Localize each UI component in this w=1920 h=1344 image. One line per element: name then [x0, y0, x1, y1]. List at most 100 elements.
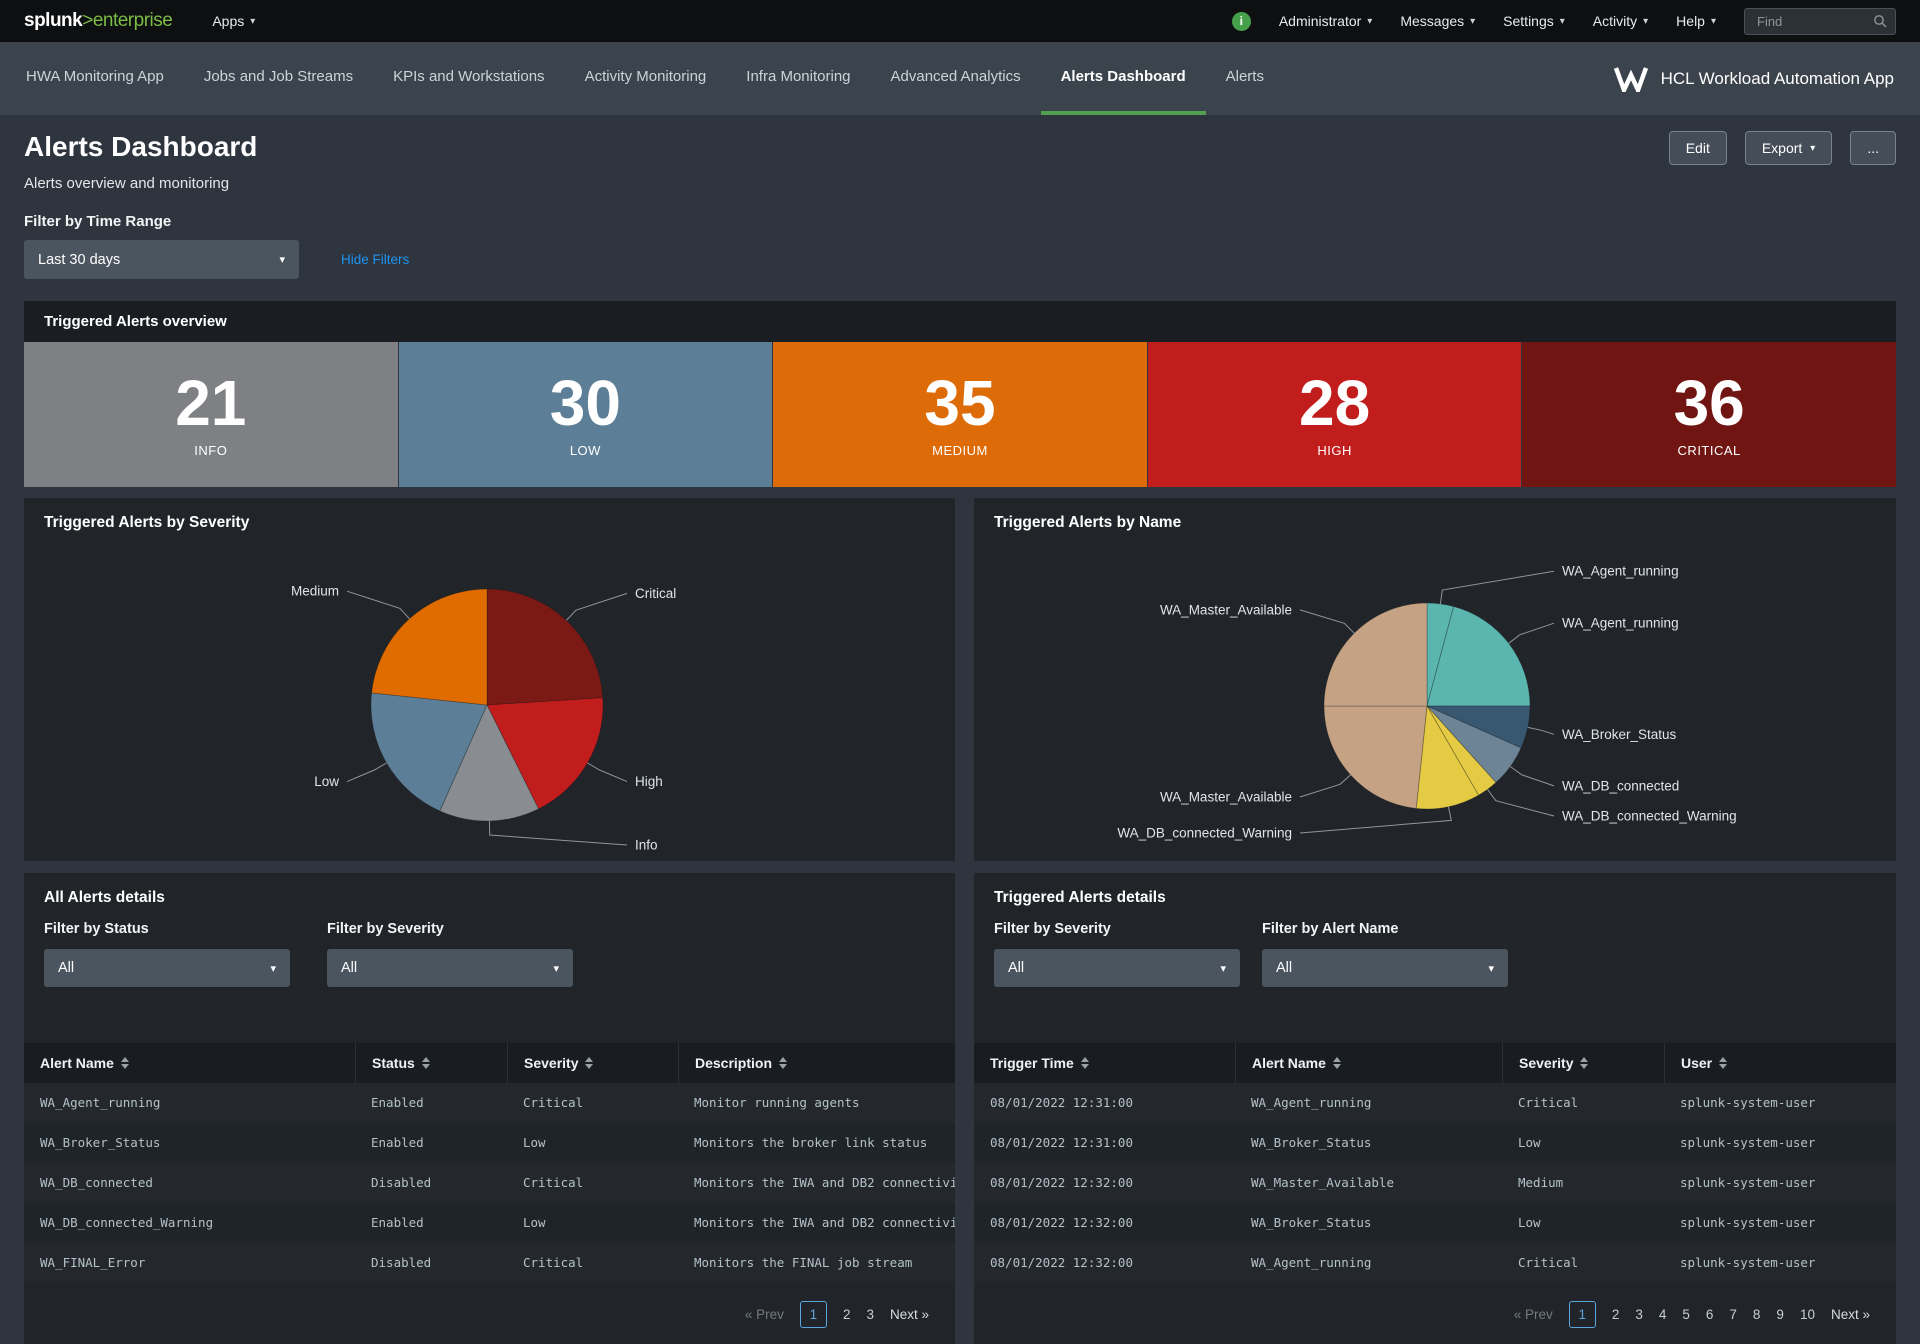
- table-cell[interactable]: WA_Broker_Status: [1235, 1123, 1502, 1163]
- table-cell[interactable]: Monitors the broker link status: [678, 1123, 955, 1163]
- table-cell[interactable]: Enabled: [355, 1203, 507, 1243]
- table-cell[interactable]: WA_Agent_running: [24, 1083, 355, 1123]
- table-cell[interactable]: splunk-system-user: [1664, 1083, 1896, 1123]
- pagination-page[interactable]: 2: [1612, 1307, 1620, 1322]
- edit-button[interactable]: Edit: [1669, 131, 1727, 165]
- table-row[interactable]: WA_Agent_runningEnabledCriticalMonitor r…: [24, 1083, 955, 1123]
- help-menu[interactable]: Help ▾: [1676, 13, 1716, 29]
- table-cell[interactable]: Critical: [507, 1163, 678, 1203]
- time-range-dropdown[interactable]: Last 30 days ▾: [24, 240, 299, 279]
- table-cell[interactable]: 08/01/2022 12:32:00: [974, 1203, 1235, 1243]
- pagination-page[interactable]: 1: [800, 1301, 827, 1328]
- column-header-user[interactable]: User: [1664, 1043, 1896, 1083]
- pagination-page[interactable]: 8: [1753, 1307, 1761, 1322]
- pagination-next[interactable]: Next »: [1831, 1307, 1870, 1322]
- pagination-prev[interactable]: « Prev: [1514, 1307, 1553, 1322]
- table-row[interactable]: WA_FINAL_ErrorDisabledCriticalMonitors t…: [24, 1243, 955, 1283]
- splunk-logo[interactable]: splunk >enterprise: [24, 10, 172, 32]
- tab-hwa-monitoring-app[interactable]: HWA Monitoring App: [6, 42, 184, 115]
- pagination-page[interactable]: 9: [1776, 1307, 1784, 1322]
- table-cell[interactable]: WA_Broker_Status: [1235, 1203, 1502, 1243]
- table-cell[interactable]: splunk-system-user: [1664, 1123, 1896, 1163]
- pagination-page[interactable]: 7: [1729, 1307, 1737, 1322]
- tab-infra-monitoring[interactable]: Infra Monitoring: [726, 42, 870, 115]
- table-cell[interactable]: Monitors the FINAL job stream: [678, 1243, 955, 1283]
- table-cell[interactable]: 08/01/2022 12:32:00: [974, 1243, 1235, 1283]
- pie-slice[interactable]: [1324, 706, 1427, 808]
- table-cell[interactable]: splunk-system-user: [1664, 1243, 1896, 1283]
- table-row[interactable]: 08/01/2022 12:32:00WA_Agent_runningCriti…: [974, 1243, 1896, 1283]
- pagination-page[interactable]: 6: [1706, 1307, 1714, 1322]
- column-header-severity[interactable]: Severity: [507, 1043, 678, 1083]
- info-icon[interactable]: i: [1232, 12, 1251, 31]
- table-cell[interactable]: WA_Agent_running: [1235, 1243, 1502, 1283]
- pie-slice[interactable]: [372, 589, 487, 705]
- overview-tile-critical[interactable]: 36 CRITICAL: [1522, 342, 1896, 487]
- settings-menu[interactable]: Settings ▾: [1503, 13, 1565, 29]
- table-cell[interactable]: Low: [507, 1203, 678, 1243]
- table-cell[interactable]: WA_FINAL_Error: [24, 1243, 355, 1283]
- table-cell[interactable]: Critical: [1502, 1243, 1664, 1283]
- table-cell[interactable]: Low: [507, 1123, 678, 1163]
- pie-slice[interactable]: [487, 589, 603, 705]
- pagination-next[interactable]: Next »: [890, 1307, 929, 1322]
- severity-filter-dropdown[interactable]: All ▾: [994, 949, 1240, 987]
- table-row[interactable]: WA_DB_connectedDisabledCriticalMonitors …: [24, 1163, 955, 1203]
- pagination-page[interactable]: 2: [843, 1307, 851, 1322]
- overview-tile-info[interactable]: 21 INFO: [24, 342, 398, 487]
- tab-kpis-and-workstations[interactable]: KPIs and Workstations: [373, 42, 564, 115]
- severity-filter-dropdown[interactable]: All ▾: [327, 949, 573, 987]
- table-cell[interactable]: 08/01/2022 12:31:00: [974, 1123, 1235, 1163]
- export-button[interactable]: Export ▾: [1745, 131, 1833, 165]
- administrator-menu[interactable]: Administrator ▾: [1279, 13, 1373, 29]
- column-header-severity[interactable]: Severity: [1502, 1043, 1664, 1083]
- pagination-page[interactable]: 5: [1682, 1307, 1690, 1322]
- tab-alerts[interactable]: Alerts: [1206, 42, 1284, 115]
- table-row[interactable]: 08/01/2022 12:32:00WA_Broker_StatusLowsp…: [974, 1203, 1896, 1243]
- table-cell[interactable]: WA_Agent_running: [1235, 1083, 1502, 1123]
- column-header-status[interactable]: Status: [355, 1043, 507, 1083]
- overview-tile-high[interactable]: 28 HIGH: [1148, 342, 1522, 487]
- pagination-page[interactable]: 4: [1659, 1307, 1667, 1322]
- pagination-page[interactable]: 3: [866, 1307, 874, 1322]
- overview-tile-medium[interactable]: 35 MEDIUM: [773, 342, 1147, 487]
- alert-name-filter-dropdown[interactable]: All ▾: [1262, 949, 1508, 987]
- table-cell[interactable]: Monitor running agents: [678, 1083, 955, 1123]
- table-cell[interactable]: WA_Master_Available: [1235, 1163, 1502, 1203]
- table-cell[interactable]: Disabled: [355, 1243, 507, 1283]
- table-cell[interactable]: Low: [1502, 1123, 1664, 1163]
- table-cell[interactable]: Monitors the IWA and DB2 connectivity: [678, 1203, 955, 1243]
- table-cell[interactable]: Low: [1502, 1203, 1664, 1243]
- search-input[interactable]: [1755, 13, 1873, 30]
- table-cell[interactable]: WA_DB_connected_Warning: [24, 1203, 355, 1243]
- pagination-prev[interactable]: « Prev: [745, 1307, 784, 1322]
- tab-alerts-dashboard[interactable]: Alerts Dashboard: [1041, 42, 1206, 115]
- table-row[interactable]: 08/01/2022 12:32:00WA_Master_AvailableMe…: [974, 1163, 1896, 1203]
- hide-filters-link[interactable]: Hide Filters: [341, 252, 409, 267]
- pagination-page[interactable]: 1: [1569, 1301, 1596, 1328]
- status-filter-dropdown[interactable]: All ▾: [44, 949, 290, 987]
- messages-menu[interactable]: Messages ▾: [1400, 13, 1475, 29]
- table-cell[interactable]: WA_Broker_Status: [24, 1123, 355, 1163]
- column-header-description[interactable]: Description: [678, 1043, 955, 1083]
- table-row[interactable]: WA_Broker_StatusEnabledLowMonitors the b…: [24, 1123, 955, 1163]
- column-header-alert-name[interactable]: Alert Name: [24, 1043, 355, 1083]
- overview-tile-low[interactable]: 30 LOW: [399, 342, 773, 487]
- pagination-page[interactable]: 3: [1635, 1307, 1643, 1322]
- tab-activity-monitoring[interactable]: Activity Monitoring: [565, 42, 727, 115]
- table-cell[interactable]: WA_DB_connected: [24, 1163, 355, 1203]
- table-cell[interactable]: Monitors the IWA and DB2 connectivity: [678, 1163, 955, 1203]
- table-cell[interactable]: Enabled: [355, 1123, 507, 1163]
- table-cell[interactable]: Critical: [507, 1243, 678, 1283]
- table-cell[interactable]: Disabled: [355, 1163, 507, 1203]
- column-header-alert-name[interactable]: Alert Name: [1235, 1043, 1502, 1083]
- pagination-page[interactable]: 10: [1800, 1307, 1815, 1322]
- apps-menu[interactable]: Apps ▾: [212, 13, 255, 29]
- table-cell[interactable]: Critical: [1502, 1083, 1664, 1123]
- column-header-trigger-time[interactable]: Trigger Time: [974, 1043, 1235, 1083]
- more-button[interactable]: ...: [1850, 131, 1896, 165]
- table-cell[interactable]: Enabled: [355, 1083, 507, 1123]
- table-cell[interactable]: splunk-system-user: [1664, 1163, 1896, 1203]
- table-cell[interactable]: splunk-system-user: [1664, 1203, 1896, 1243]
- tab-jobs-and-job-streams[interactable]: Jobs and Job Streams: [184, 42, 373, 115]
